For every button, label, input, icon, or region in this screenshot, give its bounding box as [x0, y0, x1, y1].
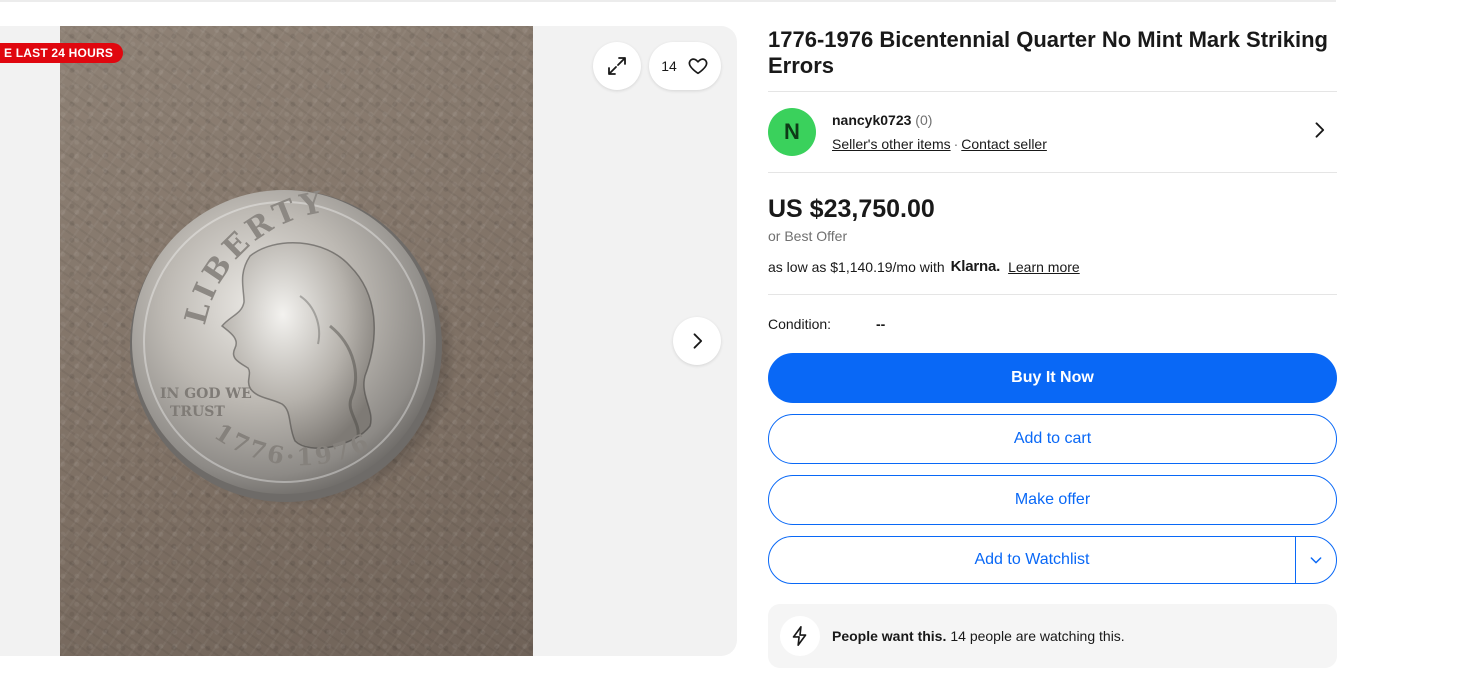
condition-value: -- — [876, 316, 886, 332]
watch-count: 14 — [661, 58, 677, 74]
listing-photo[interactable]: LIBERTY IN GOD WE TRUST 1776·1976 — [60, 26, 533, 656]
watchlist-dropdown-button[interactable] — [1296, 537, 1336, 583]
seller-other-items-link[interactable]: Seller's other items — [832, 136, 951, 152]
condition-row: Condition: -- — [768, 295, 1337, 353]
chevron-right-icon — [693, 333, 703, 349]
watch-count-button[interactable]: 14 — [649, 42, 721, 90]
seller-name[interactable]: nancyk0723 — [832, 112, 911, 128]
best-offer-label: or Best Offer — [768, 228, 848, 244]
seller-name-line: nancyk0723 (0) — [832, 112, 932, 128]
heart-icon — [688, 58, 708, 75]
listing-panel: 1776-1976 Bicentennial Quarter No Mint M… — [768, 26, 1337, 668]
quarter-coin-image: LIBERTY IN GOD WE TRUST 1776·1976 — [130, 185, 458, 508]
add-to-watchlist-button[interactable]: Add to Watchlist — [769, 537, 1296, 583]
condition-label: Condition: — [768, 316, 832, 332]
price-section: US $23,750.00 or Best Offer as low as $1… — [768, 173, 1337, 294]
lightning-icon — [792, 626, 807, 646]
urgency-signal: People want this. 14 people are watching… — [768, 604, 1337, 668]
signal-headline: People want this. — [832, 628, 947, 644]
top-divider — [0, 0, 1336, 2]
price: US $23,750.00 — [768, 195, 935, 223]
contact-seller-link[interactable]: Contact seller — [961, 136, 1047, 152]
next-image-button[interactable] — [673, 317, 721, 365]
listing-title: 1776-1976 Bicentennial Quarter No Mint M… — [768, 27, 1328, 78]
seller-links: Seller's other items · Contact seller — [832, 136, 1047, 152]
seller-avatar: N — [768, 108, 816, 156]
signal-text: 14 people are watching this. — [950, 628, 1125, 644]
chevron-down-icon — [1310, 557, 1322, 564]
learn-more-link[interactable]: Learn more — [1008, 259, 1080, 275]
financing-text: as low as $1,140.19/mo with — [768, 258, 945, 275]
add-to-cart-button[interactable]: Add to cart — [768, 414, 1337, 464]
coin-motto-line2: TRUST — [170, 404, 225, 420]
coin-motto-line1: IN GOD WE — [160, 386, 252, 402]
financing-line: as low as $1,140.19/mo with Klarna. Lear… — [768, 258, 1337, 275]
lightning-icon-wrap — [780, 616, 820, 656]
seller-feedback: (0) — [915, 112, 933, 128]
watchlist-button-group: Add to Watchlist — [768, 536, 1337, 584]
klarna-logo: Klarna. — [950, 258, 1001, 275]
buy-it-now-button[interactable]: Buy It Now — [768, 353, 1337, 403]
chevron-right-icon[interactable] — [1309, 120, 1329, 140]
expand-icon — [608, 57, 626, 75]
image-gallery: LIBERTY IN GOD WE TRUST 1776·1976 E LAST… — [0, 26, 737, 656]
separator-dot: · — [953, 136, 959, 152]
make-offer-button[interactable]: Make offer — [768, 475, 1337, 525]
seller-card[interactable]: N nancyk0723 (0) Seller's other items · Co… — [768, 92, 1337, 172]
time-badge: E LAST 24 HOURS — [0, 43, 124, 63]
expand-button[interactable] — [593, 42, 641, 90]
